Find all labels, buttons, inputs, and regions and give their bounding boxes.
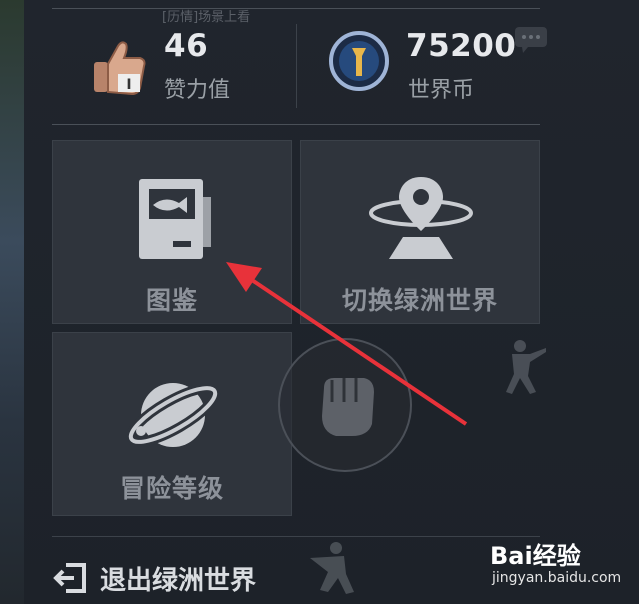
watermark-url: jingyan.baidu.com (492, 570, 622, 586)
watermark-brand: Bai经验 (490, 542, 581, 570)
annotation-arrow (226, 262, 468, 426)
baidu-watermark: Bai经验 jingyan.baidu.com (478, 536, 628, 596)
